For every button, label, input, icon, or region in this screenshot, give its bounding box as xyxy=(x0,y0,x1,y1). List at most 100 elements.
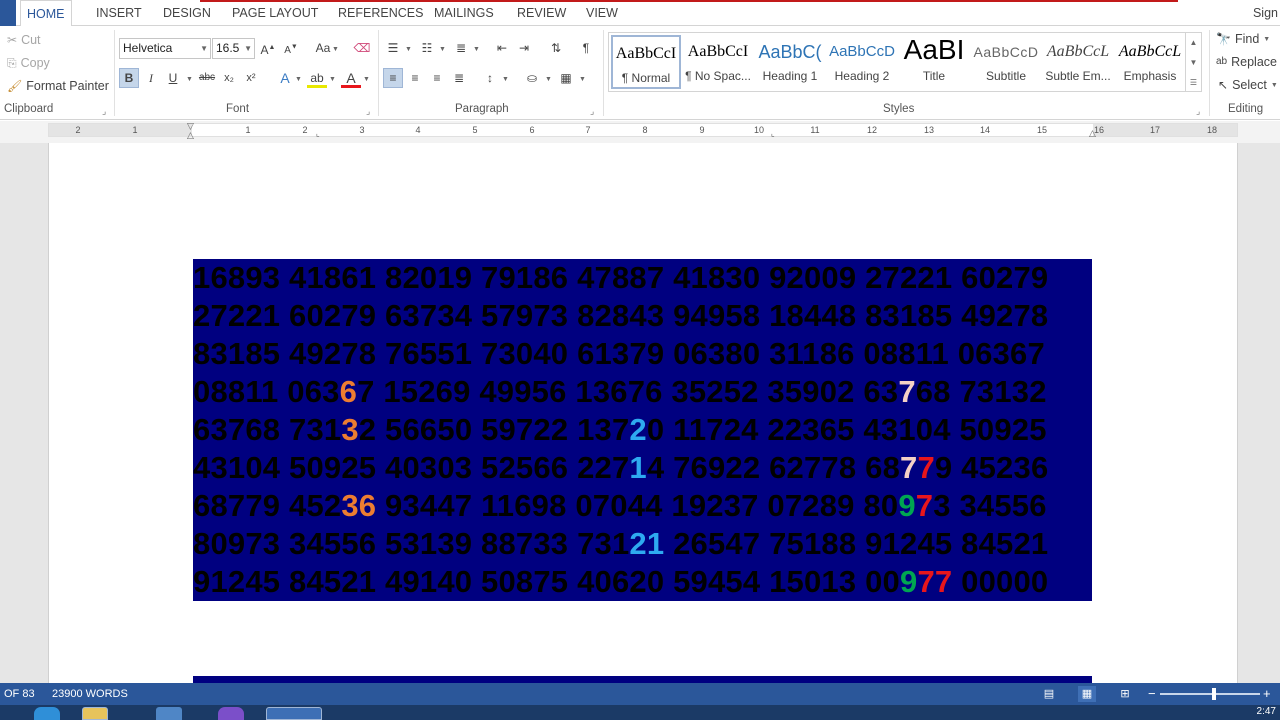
sort-button[interactable]: ⇅ xyxy=(546,38,566,58)
shrink-font-button[interactable]: A▼ xyxy=(281,38,301,58)
increase-indent-button[interactable]: ⇥ xyxy=(514,38,534,58)
style-normal[interactable]: AaBbCcI ¶ Normal xyxy=(611,35,681,89)
replace-button[interactable]: ab Replace xyxy=(1216,55,1277,69)
page-count[interactable]: OF 83 xyxy=(4,683,35,705)
word-icon[interactable] xyxy=(266,707,322,720)
numbered-list-icon: ☷ xyxy=(421,41,433,55)
tab-stop-marker[interactable]: ⌞ xyxy=(316,129,320,138)
copy-button[interactable]: ⎘ Copy xyxy=(7,56,50,70)
styles-gallery-scroll[interactable]: ▲ ▼ ☰ xyxy=(1186,32,1202,92)
style-subtle-emphasis[interactable]: AaBbCcL Subtle Em... xyxy=(1043,35,1113,89)
chevron-down-icon[interactable]: ▼ xyxy=(1186,53,1201,73)
show-formatting-button[interactable]: ¶ xyxy=(576,38,596,58)
ruler-number: 9 xyxy=(699,125,705,135)
font-launcher-icon[interactable]: ⌟ xyxy=(366,106,370,117)
file-explorer-icon[interactable] xyxy=(82,707,108,720)
tab-references[interactable]: REFERENCES xyxy=(332,0,429,26)
zoom-out-icon[interactable]: − xyxy=(1148,683,1156,705)
number-grid[interactable]: 16893 41861 82019 79186 47887 41830 9200… xyxy=(193,259,1092,601)
cursor-arrow-icon: ↖ xyxy=(1218,78,1229,92)
sign-in-link[interactable]: Sign xyxy=(1253,0,1280,26)
hanging-indent-marker[interactable]: △ xyxy=(187,131,194,140)
chevron-down-icon: ▼ xyxy=(502,76,509,83)
web-layout-icon[interactable]: ⊞ xyxy=(1116,686,1134,702)
highlight-color-button[interactable]: ab xyxy=(307,68,327,88)
more-styles-icon[interactable]: ☰ xyxy=(1186,73,1201,93)
print-layout-icon[interactable]: ▦ xyxy=(1078,686,1096,702)
clear-formatting-button[interactable]: ⌫ xyxy=(352,38,372,58)
cut-button[interactable]: ✂ Cut xyxy=(7,33,41,47)
multilevel-list-button[interactable]: ≣ xyxy=(451,38,471,58)
highlighted-digits: 7 xyxy=(900,450,918,485)
style-heading-1[interactable]: AaBbC( Heading 1 xyxy=(755,35,825,89)
digit-text: 16893 41861 82019 79186 47887 41830 9200… xyxy=(193,260,1049,295)
styles-launcher-icon[interactable]: ⌟ xyxy=(1196,106,1200,117)
tab-insert[interactable]: INSERT xyxy=(90,0,148,26)
bold-label: B xyxy=(124,71,134,85)
font-family-select[interactable]: Helvetica ▼ xyxy=(119,38,211,59)
read-mode-icon[interactable]: ▤ xyxy=(1040,686,1058,702)
tab-view[interactable]: VIEW xyxy=(580,0,624,26)
superscript-label: x² xyxy=(246,72,256,84)
font-color-button[interactable]: A xyxy=(341,68,361,88)
app-icon[interactable] xyxy=(156,707,182,720)
bullets-button[interactable]: ☰ xyxy=(383,38,403,58)
tab-mailings[interactable]: MAILINGS xyxy=(428,0,500,26)
tab-page-layout[interactable]: PAGE LAYOUT xyxy=(226,0,324,26)
strikethrough-button[interactable]: abc xyxy=(197,68,217,88)
grow-font-button[interactable]: A▲ xyxy=(258,38,278,58)
underline-button[interactable]: U xyxy=(163,68,183,88)
tab-stop-marker[interactable]: ⌞ xyxy=(771,129,775,138)
document-page[interactable]: 16893 41861 82019 79186 47887 41830 9200… xyxy=(48,143,1238,683)
app-icon[interactable] xyxy=(218,707,244,720)
style-heading-2[interactable]: AaBbCcD Heading 2 xyxy=(827,35,897,89)
text-effects-button[interactable]: A xyxy=(275,68,295,88)
shading-button[interactable]: ⛀ xyxy=(522,68,542,88)
find-button[interactable]: 🔭 Find ▼ xyxy=(1216,32,1270,46)
word-count[interactable]: 23900 WORDS xyxy=(52,683,128,705)
chevron-down-icon: ▼ xyxy=(332,46,339,53)
zoom-slider[interactable] xyxy=(1160,693,1260,695)
select-button[interactable]: ↖ Select ▼ xyxy=(1218,78,1278,92)
bold-button[interactable]: B xyxy=(119,68,139,88)
decrease-indent-button[interactable]: ⇤ xyxy=(492,38,512,58)
clipboard-launcher-icon[interactable]: ⌟ xyxy=(102,106,106,117)
highlighted-digits: 6 xyxy=(339,374,358,409)
font-size-select[interactable]: 16.5 ▼ xyxy=(212,38,255,59)
superscript-button[interactable]: x² xyxy=(241,68,261,88)
zoom-in-icon[interactable]: + xyxy=(1263,683,1271,705)
clock[interactable]: 2:47 xyxy=(1257,706,1276,718)
align-center-button[interactable]: ≡ xyxy=(405,68,425,88)
digit-text: 00000 xyxy=(952,564,1049,599)
style-preview: AaBI xyxy=(903,37,965,63)
align-right-button[interactable]: ≡ xyxy=(427,68,447,88)
paint-bucket-icon: ⛀ xyxy=(526,71,538,85)
file-tab[interactable] xyxy=(0,0,16,26)
tab-home[interactable]: HOME xyxy=(20,0,72,27)
text-effects-icon: A xyxy=(280,70,290,86)
align-left-button[interactable]: ≡ xyxy=(383,68,403,88)
style-title[interactable]: AaBI Title xyxy=(899,35,969,89)
horizontal-ruler[interactable]: 2 1 1 2 3 4 5 6 7 8 9 10 11 12 13 14 15 … xyxy=(48,123,1238,137)
tab-design[interactable]: DESIGN xyxy=(157,0,217,26)
numbering-button[interactable]: ☷ xyxy=(417,38,437,58)
zoom-slider-thumb[interactable] xyxy=(1212,688,1216,700)
subscript-button[interactable]: x₂ xyxy=(219,68,239,88)
right-indent-marker[interactable]: △ xyxy=(1089,129,1096,138)
tab-review[interactable]: REVIEW xyxy=(511,0,572,26)
format-painter-button[interactable]: 🖌 Format Painter xyxy=(7,79,109,93)
number-row: 83185 49278 76551 73040 61379 06380 3118… xyxy=(193,335,1092,373)
paragraph-launcher-icon[interactable]: ⌟ xyxy=(590,106,594,117)
borders-button[interactable]: ▦ xyxy=(556,68,576,88)
justify-button[interactable]: ≣ xyxy=(449,68,469,88)
line-spacing-button[interactable]: ↕ xyxy=(480,68,500,88)
chevron-up-icon[interactable]: ▲ xyxy=(1186,33,1201,53)
style-no-spacing[interactable]: AaBbCcI ¶ No Spac... xyxy=(683,35,753,89)
chevron-down-icon: ▼ xyxy=(244,44,252,53)
chevron-down-icon: ▼ xyxy=(363,76,370,83)
italic-button[interactable]: I xyxy=(141,68,161,88)
style-subtitle[interactable]: AaBbCcD Subtitle xyxy=(971,35,1041,89)
chevron-down-icon: ▼ xyxy=(1270,81,1278,89)
style-emphasis[interactable]: AaBbCcL Emphasis xyxy=(1115,35,1185,89)
browser-icon[interactable] xyxy=(34,707,60,720)
